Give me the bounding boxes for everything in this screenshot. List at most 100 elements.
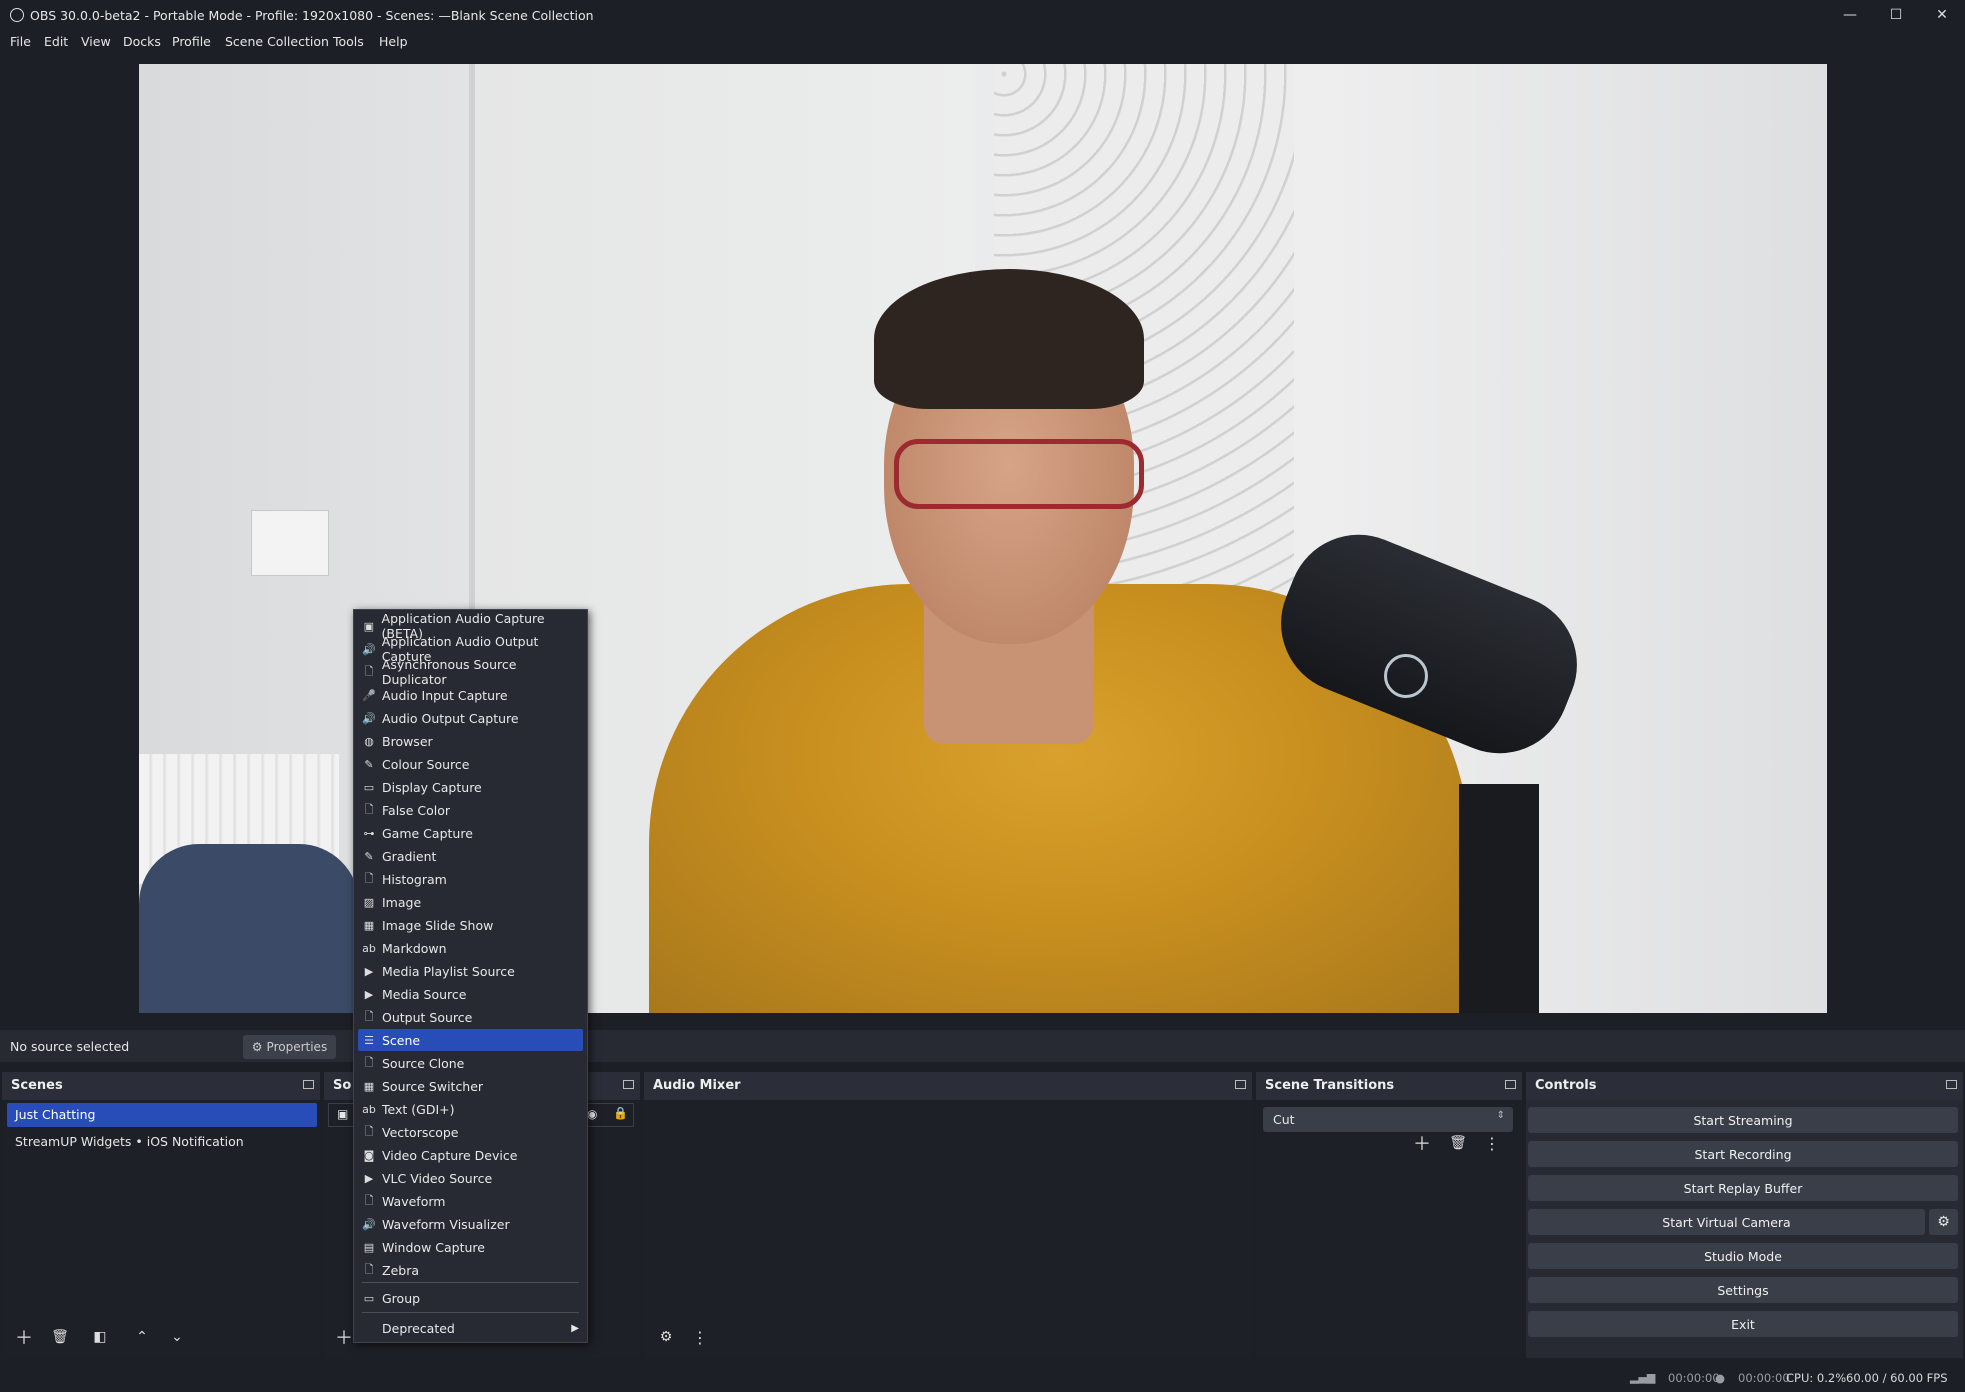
record-time: 00:00:00: [1738, 1371, 1790, 1385]
visibility-icon[interactable]: ◉: [587, 1107, 597, 1121]
context-menu-item[interactable]: 🔊 Audio Output Capture: [358, 707, 583, 729]
context-menu-item[interactable]: ▶ VLC Video Source: [358, 1167, 583, 1189]
context-menu-item[interactable]: ▨ Image: [358, 891, 583, 913]
add-source-context-menu: ▣ Application Audio Capture (BETA) 🔊 Applic…: [353, 609, 588, 1343]
scene-item[interactable]: Just Chatting: [7, 1103, 317, 1127]
menu-scene-collection[interactable]: Scene Collection: [225, 34, 329, 49]
context-menu-item-group[interactable]: ▭ Group: [358, 1287, 583, 1309]
settings-button[interactable]: Settings: [1528, 1277, 1958, 1303]
menu-edit[interactable]: Edit: [44, 34, 68, 49]
lock-icon[interactable]: 🔒: [613, 1106, 628, 1120]
audio-menu-button[interactable]: ⋮: [686, 1324, 714, 1350]
file-icon: 🗋: [364, 1055, 374, 1069]
scenes-dock: Scenes Just Chatting StreamUP Widgets • …: [2, 1072, 320, 1358]
network-signal-icon: ▂▄▆: [1630, 1371, 1656, 1384]
context-menu-item[interactable]: ▦ Image Slide Show: [358, 914, 583, 936]
context-menu-item[interactable]: ◍ Browser: [358, 730, 583, 752]
studio-mode-button[interactable]: Studio Mode: [1528, 1243, 1958, 1269]
virtual-camera-settings-icon[interactable]: ⚙: [1929, 1209, 1958, 1235]
maximize-button[interactable]: ☐: [1873, 0, 1919, 30]
remove-transition-button[interactable]: 🗑: [1444, 1130, 1472, 1156]
audio-settings-button[interactable]: ⚙: [652, 1324, 680, 1350]
scene-item[interactable]: StreamUP Widgets • iOS Notification: [7, 1130, 317, 1154]
context-menu-item[interactable]: 🎤 Audio Input Capture: [358, 684, 583, 706]
undock-icon[interactable]: [1235, 1080, 1246, 1089]
scene-filters-button[interactable]: ◧: [86, 1324, 114, 1350]
context-menu-item[interactable]: ab Markdown: [358, 937, 583, 959]
add-transition-button[interactable]: ＋: [1408, 1130, 1436, 1156]
menu-docks[interactable]: Docks: [123, 34, 161, 49]
context-menu-item[interactable]: 🗋 False Color: [358, 799, 583, 821]
add-scene-button[interactable]: ＋: [10, 1324, 38, 1350]
context-menu-item[interactable]: 🗋 Asynchronous Source Duplicator: [358, 657, 583, 687]
camera-icon: ◙: [363, 1148, 375, 1162]
record-indicator-icon: ●: [1715, 1371, 1726, 1385]
file-icon: 🗋: [364, 1193, 374, 1207]
preview-light-switch: [251, 510, 329, 576]
menu-file[interactable]: File: [10, 34, 31, 49]
microphone-icon: 🎤: [362, 688, 376, 702]
title-bar: OBS 30.0.0-beta2 - Portable Mode - Profi…: [0, 0, 1965, 30]
context-menu-item[interactable]: ☰ Scene: [358, 1029, 583, 1051]
context-menu-item[interactable]: 🗋 Zebra: [358, 1259, 583, 1281]
transition-menu-button[interactable]: ⋮: [1478, 1130, 1506, 1156]
context-menu-item[interactable]: ▶ Media Source: [358, 983, 583, 1005]
undock-icon[interactable]: [303, 1080, 314, 1089]
move-scene-up-button[interactable]: ⌃: [128, 1324, 156, 1350]
audio-mixer-dock: Audio Mixer ⚙ ⋮: [644, 1072, 1252, 1358]
menu-separator: [362, 1282, 579, 1283]
context-menu-item[interactable]: 🗋 Vectorscope: [358, 1121, 583, 1143]
start-streaming-button[interactable]: Start Streaming: [1528, 1107, 1958, 1133]
context-menu-item[interactable]: ▤ Window Capture: [358, 1236, 583, 1258]
context-menu-item-label: Audio Output Capture: [382, 710, 519, 726]
audio-mixer-body: ⚙ ⋮: [644, 1100, 1252, 1358]
transition-select[interactable]: Cut ⇕: [1263, 1107, 1513, 1132]
app-audio-icon: ▣: [363, 619, 374, 633]
globe-icon: ◍: [364, 734, 374, 748]
context-menu-item-label: False Color: [382, 802, 450, 818]
text-icon: ab: [362, 1102, 376, 1116]
minimize-button[interactable]: —: [1827, 0, 1873, 30]
context-menu-item[interactable]: 🗋 Output Source: [358, 1006, 583, 1028]
context-menu-item-label: Output Source: [382, 1009, 473, 1025]
context-menu-item[interactable]: 🗋 Source Clone: [358, 1052, 583, 1074]
context-menu-item[interactable]: ▶ Media Playlist Source: [358, 960, 583, 982]
start-recording-button[interactable]: Start Recording: [1528, 1141, 1958, 1167]
context-menu-item[interactable]: 🗋 Waveform: [358, 1190, 583, 1212]
properties-button[interactable]: ⚙ Properties: [243, 1035, 336, 1059]
context-menu-item[interactable]: ab Text (GDI+): [358, 1098, 583, 1120]
context-menu-item[interactable]: 🗋 Histogram: [358, 868, 583, 890]
file-icon: 🗋: [364, 871, 374, 885]
context-menu-item[interactable]: ◙ Video Capture Device: [358, 1144, 583, 1166]
context-menu-item-label: Audio Input Capture: [382, 687, 508, 703]
context-menu-item[interactable]: ✎ Gradient: [358, 845, 583, 867]
play-icon: ▶: [364, 964, 374, 978]
move-scene-down-button[interactable]: ⌄: [163, 1324, 191, 1350]
undock-icon[interactable]: [1946, 1080, 1957, 1089]
context-menu-item[interactable]: 🔊 Waveform Visualizer: [358, 1213, 583, 1235]
menu-help[interactable]: Help: [379, 34, 408, 49]
remove-scene-button[interactable]: 🗑: [46, 1324, 74, 1350]
context-menu-item-deprecated[interactable]: Deprecated ▶: [358, 1317, 583, 1339]
undock-icon[interactable]: [623, 1080, 634, 1089]
menu-tools[interactable]: Tools: [333, 34, 364, 49]
start-replay-buffer-button[interactable]: Start Replay Buffer: [1528, 1175, 1958, 1201]
cpu-usage: CPU: 0.2%: [1786, 1371, 1847, 1385]
context-menu-item-label: Scene: [382, 1032, 421, 1048]
close-button[interactable]: ✕: [1919, 0, 1965, 30]
start-virtual-camera-button[interactable]: Start Virtual Camera: [1528, 1209, 1925, 1235]
exit-button[interactable]: Exit: [1528, 1311, 1958, 1337]
menu-view[interactable]: View: [81, 34, 111, 49]
context-menu-item-label: Media Source: [382, 986, 467, 1002]
context-menu-item[interactable]: ▭ Display Capture: [358, 776, 583, 798]
context-menu-item-label: Window Capture: [382, 1239, 485, 1255]
context-menu-item[interactable]: ✎ Colour Source: [358, 753, 583, 775]
undock-icon[interactable]: [1505, 1080, 1516, 1089]
brush-icon: ✎: [364, 849, 374, 863]
submenu-arrow-icon: ▶: [571, 1322, 579, 1334]
context-menu-item[interactable]: ⊶ Game Capture: [358, 822, 583, 844]
gear-icon: ⚙: [251, 1040, 263, 1054]
menu-profile[interactable]: Profile: [172, 34, 211, 49]
context-menu-item-label: Display Capture: [382, 779, 482, 795]
context-menu-item[interactable]: ▦ Source Switcher: [358, 1075, 583, 1097]
